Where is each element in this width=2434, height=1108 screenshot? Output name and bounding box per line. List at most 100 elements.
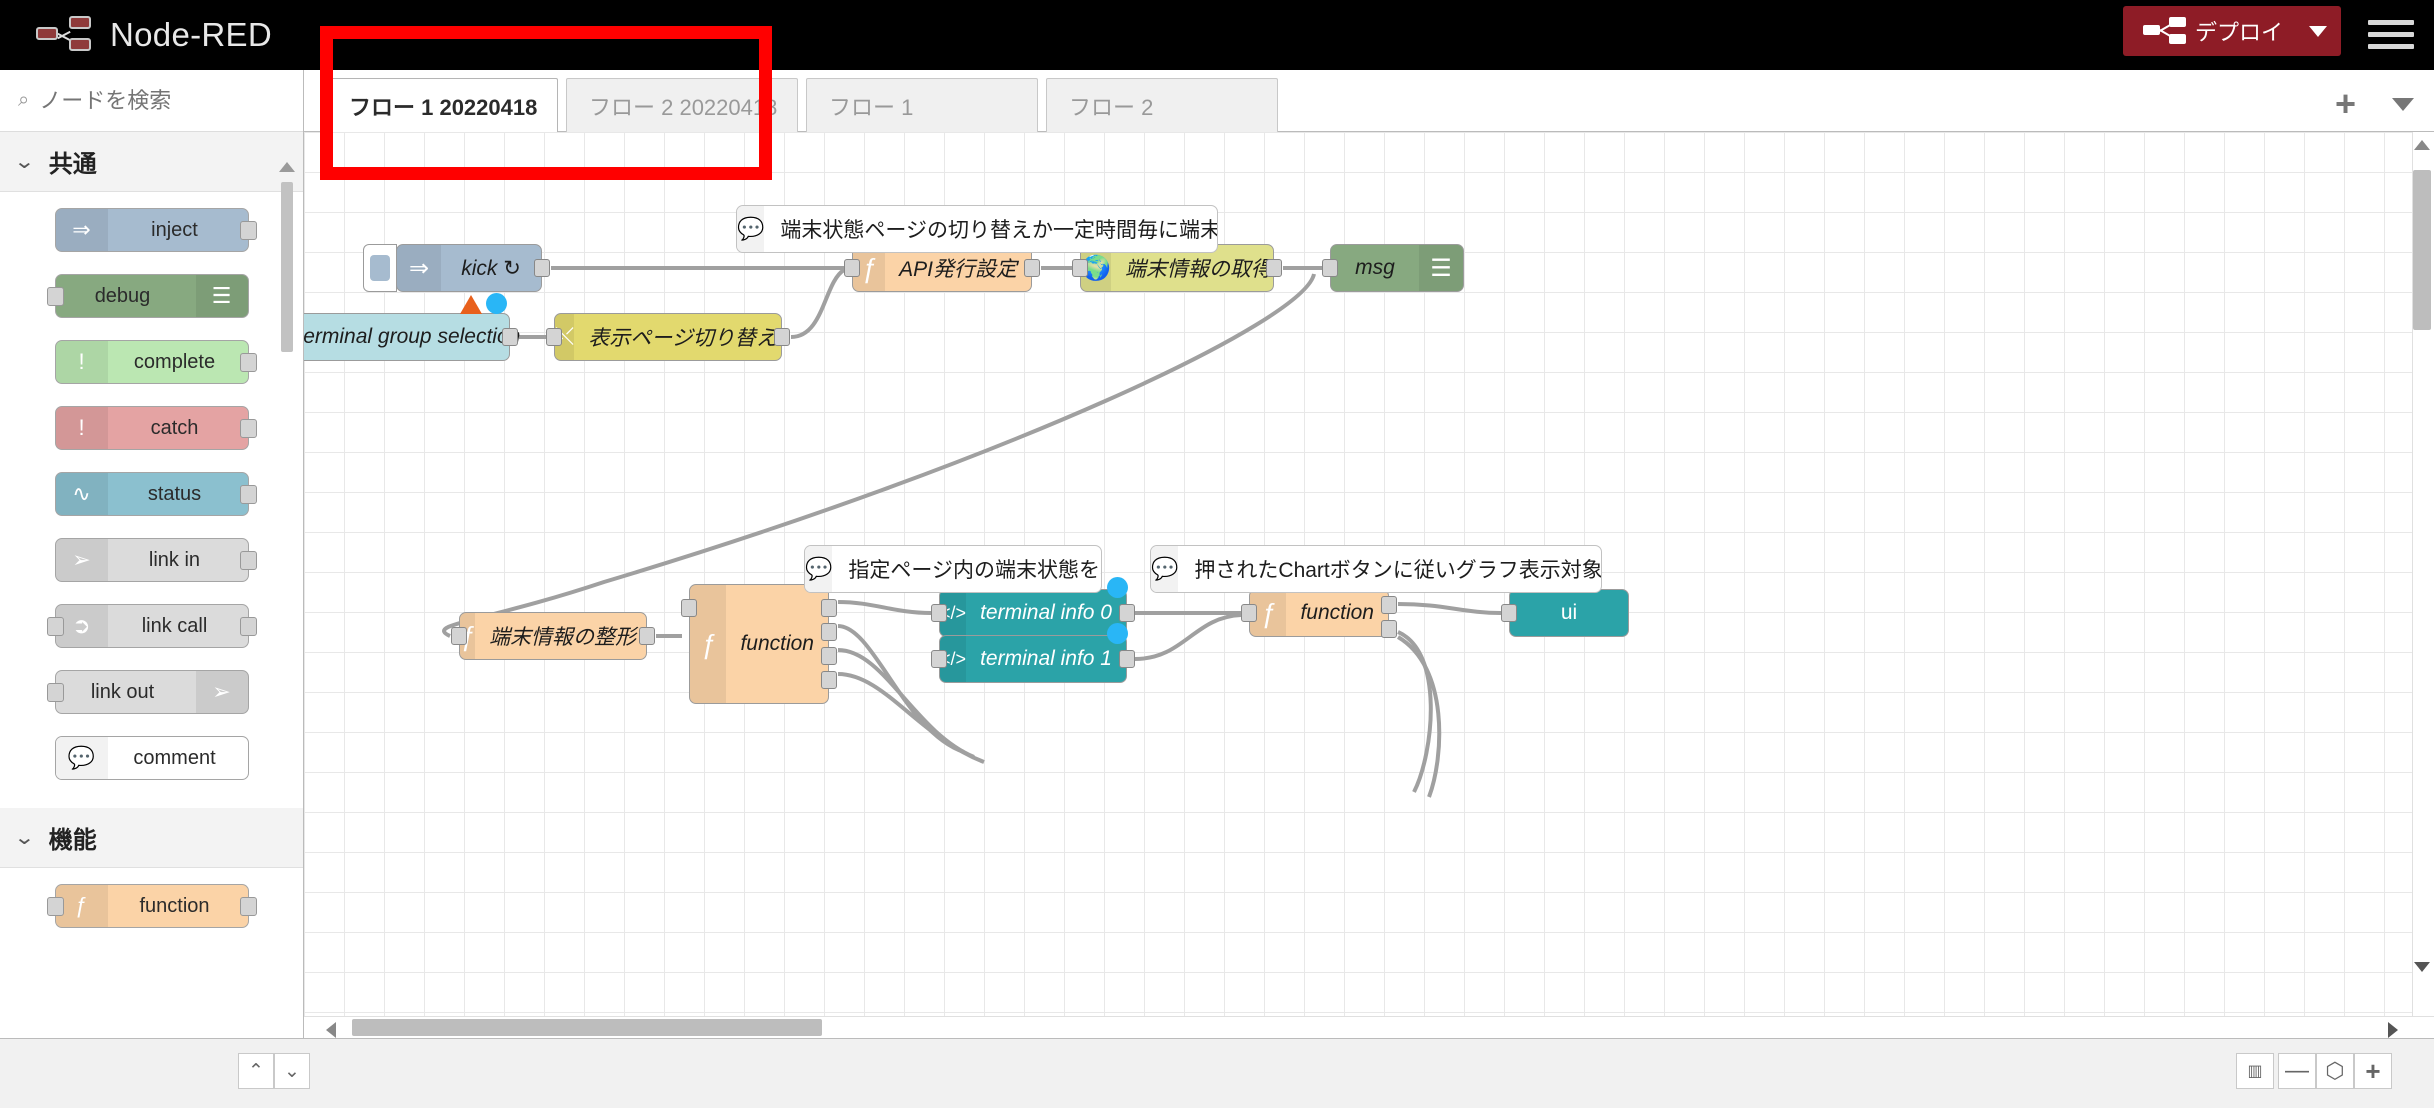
node-output-port[interactable] (639, 627, 655, 645)
flow-node-ui[interactable]: ui (1501, 589, 1629, 637)
flow-canvas[interactable]: ⇒kick ↻ƒAPI発行設定🌍端末情報の取得msg☰123terminal g… (304, 132, 2414, 1016)
flow-tab-label: フロー 2 20220418 (589, 94, 778, 120)
node-output-port[interactable] (239, 221, 257, 240)
palette-node-icon: ∿ (55, 473, 108, 515)
node-input-port[interactable] (46, 287, 64, 306)
flow-tab-label: フロー 2 (1069, 94, 1154, 120)
flow-node-kick[interactable]: ⇒ kick ↻ (363, 244, 550, 292)
node-output-port[interactable] (1266, 259, 1282, 277)
flow-list-menu-icon[interactable] (2392, 98, 2414, 111)
flow-tab-2[interactable]: フロー 2 20220418 (566, 78, 798, 132)
zoom-out-icon[interactable]: — (2278, 1053, 2316, 1089)
node-output-port[interactable] (239, 617, 257, 636)
node-input-port[interactable] (1241, 604, 1257, 622)
node-input-port[interactable] (451, 627, 467, 645)
palette-scrollbar-thumb[interactable] (281, 182, 293, 352)
node-output-port[interactable] (1119, 604, 1135, 622)
flow-node-fn1[interactable]: ƒ function (681, 584, 837, 704)
palette-node-link-in[interactable]: ➢ link in (54, 538, 257, 582)
flow-tab-3[interactable]: フロー 1 (806, 78, 1038, 132)
node-output-port[interactable] (821, 623, 837, 641)
palette-node-icon: ➢ (195, 671, 248, 713)
flow-node-format[interactable]: ƒ 端末情報の整形 (451, 612, 655, 660)
node-output-port[interactable] (502, 328, 518, 346)
node-warning-badge-icon (460, 295, 482, 314)
app-title: Node-RED (110, 16, 272, 53)
canvas-scroll-right-icon[interactable] (2388, 1022, 2398, 1038)
flow-tab-1[interactable]: フロー 1 20220418 (326, 78, 558, 132)
flow-node-fn2[interactable]: ƒ function (1241, 589, 1397, 638)
node-output-port[interactable] (1024, 259, 1040, 277)
node-input-port[interactable] (1072, 259, 1088, 277)
node-output-port[interactable] (821, 671, 837, 689)
node-input-port[interactable] (844, 259, 860, 277)
node-output-port[interactable] (239, 419, 257, 438)
node-input-port[interactable] (931, 604, 947, 622)
flow-node-term[interactable]: 123terminal group selection (304, 313, 520, 361)
flow-node-ti0[interactable]: </> terminal info 0 (931, 589, 1135, 637)
node-input-port[interactable] (681, 599, 697, 617)
node-output-port[interactable] (534, 259, 550, 277)
scroll-up-arrow-icon[interactable] (279, 162, 295, 172)
expand-all-icon[interactable]: ⌄ (274, 1053, 310, 1089)
node-output-port[interactable] (239, 897, 257, 916)
comment-bubble-icon: 💬 (805, 546, 833, 592)
flow-comment-node[interactable]: 💬 指定ページ内の端末状態を表示 (804, 545, 1102, 593)
add-flow-button[interactable]: + (2335, 86, 2356, 122)
node-input-port[interactable] (46, 897, 64, 916)
zoom-in-icon[interactable]: + (2354, 1053, 2392, 1089)
palette-node-link-call[interactable]: ➲ link call (46, 604, 257, 648)
deploy-button[interactable]: デプロイ (2122, 6, 2341, 56)
node-input-port[interactable] (1501, 604, 1517, 622)
palette-node-catch[interactable]: ! catch (54, 406, 257, 450)
flow-node-msg[interactable]: msg ☰ (1322, 244, 1464, 292)
palette-category-header[interactable]: ⌄ 機能 (0, 808, 303, 868)
palette-node-link-out[interactable]: link out ➢ (46, 670, 249, 714)
hamburger-menu-icon[interactable] (2368, 20, 2414, 52)
canvas-scroll-up-icon[interactable] (2414, 140, 2430, 150)
node-output-port[interactable] (1119, 650, 1135, 668)
palette-node-inject[interactable]: ⇒ inject (54, 208, 257, 252)
palette-node-label: link out (90, 680, 155, 703)
node-output-port[interactable] (1381, 620, 1397, 638)
node-output-port[interactable] (239, 485, 257, 504)
palette-node-status[interactable]: ∿ status (54, 472, 257, 516)
chevron-down-icon[interactable] (2309, 25, 2327, 37)
flow-tab-4[interactable]: フロー 2 (1046, 78, 1278, 132)
palette-node-debug[interactable]: debug ☰ (46, 274, 249, 318)
zoom-reset-icon[interactable]: ⬡ (2316, 1053, 2354, 1089)
palette-node-icon: ⇒ (55, 209, 108, 251)
flow-node-label: terminal group selection (304, 325, 521, 348)
node-input-port[interactable] (931, 650, 947, 668)
search-input[interactable] (39, 87, 260, 114)
navigator-map-icon[interactable]: ▥ (2236, 1053, 2274, 1089)
flow-comment-node[interactable]: 💬 端末状態ページの切り替えか一定時間毎に端末状態を取得 (736, 205, 1218, 253)
flow-node-ti1[interactable]: </> terminal info 1 (931, 635, 1135, 683)
palette-node-comment[interactable]: 💬 comment (54, 736, 249, 780)
canvas-scroll-down-icon[interactable] (2414, 962, 2430, 972)
canvas-scroll-left-icon[interactable] (326, 1022, 336, 1038)
node-output-port[interactable] (239, 353, 257, 372)
node-output-port[interactable] (821, 647, 837, 665)
flow-comment-node[interactable]: 💬 押されたChartボタンに従いグラフ表示対象端末… (1150, 545, 1602, 593)
inject-trigger-button[interactable] (363, 244, 397, 292)
palette-node-complete[interactable]: ! complete (54, 340, 257, 384)
node-input-port[interactable] (46, 683, 64, 702)
node-input-port[interactable] (1322, 259, 1338, 277)
palette-node-icon: ! (55, 341, 108, 383)
flow-node-switch[interactable]: ⤬ 表示ページ切り替え (546, 313, 790, 361)
node-input-port[interactable] (46, 617, 64, 636)
canvas-horizontal-scroll-thumb[interactable] (352, 1019, 822, 1036)
flow-canvas-viewport[interactable]: ⇒kick ↻ƒAPI発行設定🌍端末情報の取得msg☰123terminal g… (304, 132, 2434, 1038)
canvas-vertical-scroll-thumb[interactable] (2413, 170, 2431, 330)
palette-category-header[interactable]: ⌄ 共通 (0, 132, 303, 192)
node-output-port[interactable] (239, 551, 257, 570)
flow-node-label: kick ↻ (461, 256, 521, 280)
node-output-port[interactable] (1381, 596, 1397, 614)
app-logo: Node-RED (36, 15, 272, 55)
node-output-port[interactable] (821, 599, 837, 617)
collapse-all-icon[interactable]: ⌃ (238, 1053, 274, 1089)
palette-node-function[interactable]: ƒ function (46, 884, 257, 928)
node-input-port[interactable] (546, 328, 562, 346)
node-output-port[interactable] (774, 328, 790, 346)
